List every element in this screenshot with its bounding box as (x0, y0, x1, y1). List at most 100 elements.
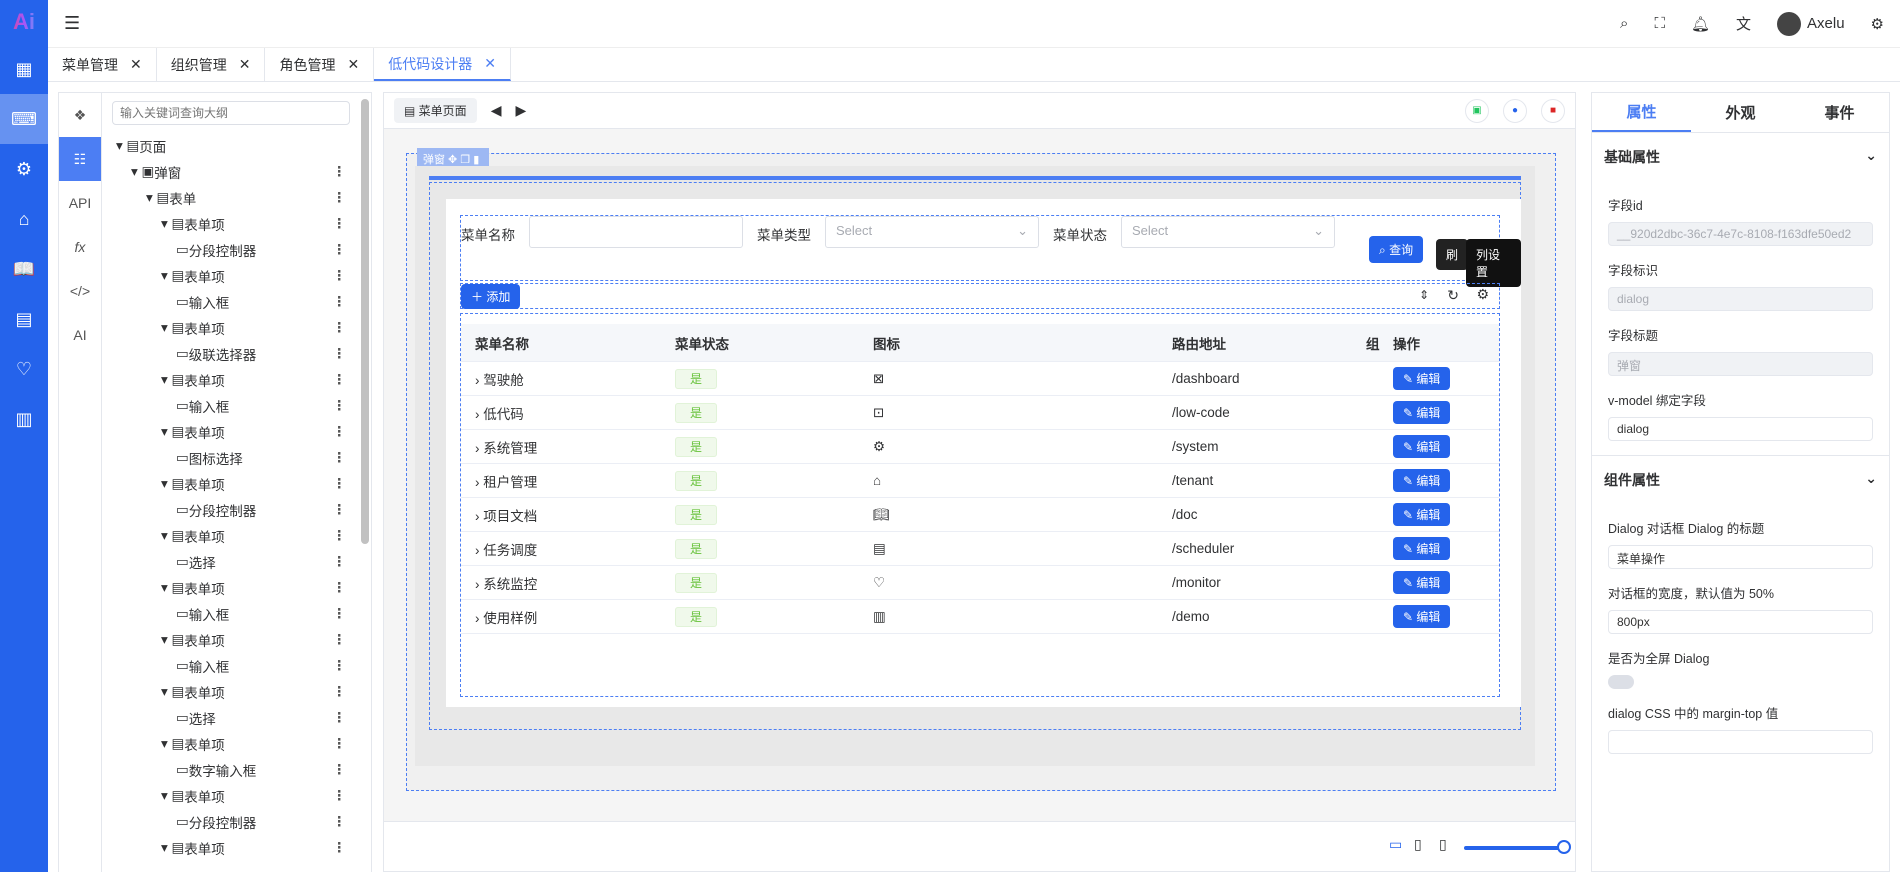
bell-icon[interactable]: 🔔︎ (1691, 15, 1710, 33)
tree-node[interactable]: ▭ 级联选择器 ⋮ (102, 341, 352, 367)
settings-icon[interactable]: ⚙ (1871, 15, 1884, 33)
more-icon[interactable]: ⋮ (333, 814, 347, 830)
tree-node[interactable]: ▾ ▤ 表单项 ⋮ (102, 315, 352, 341)
scrollbar[interactable] (361, 99, 369, 544)
chevron-right-icon[interactable]: › (475, 373, 483, 388)
tree-node[interactable]: ▾ ▤ 表单项 ⋮ (102, 835, 352, 861)
more-icon[interactable]: ⋮ (333, 320, 347, 336)
chevron-right-icon[interactable]: › (475, 509, 483, 524)
more-icon[interactable]: ⋮ (333, 710, 347, 726)
add-button[interactable]: ＋ 添加 (461, 284, 521, 309)
tree-node[interactable]: ▾ ▤ 表单项 ⋮ (102, 211, 352, 237)
preview-icon[interactable]: ● (1503, 98, 1527, 123)
zoom-slider[interactable] (1464, 846, 1564, 850)
row-name[interactable]: › 系统管理 (475, 437, 537, 457)
calendar-icon[interactable]: ▤ (0, 294, 48, 344)
row-name[interactable]: › 租户管理 (475, 471, 537, 491)
chevron-right-icon[interactable]: › (475, 543, 483, 558)
tree-node[interactable]: ▾ ▤ 表单项 ⋮ (102, 575, 352, 601)
more-icon[interactable]: ⋮ (333, 788, 347, 804)
more-icon[interactable]: ⋮ (333, 268, 347, 284)
tree-node[interactable]: ▭ 选择 ⋮ (102, 705, 352, 731)
more-icon[interactable]: ⋮ (333, 658, 347, 674)
home-icon[interactable]: ⌂ (0, 194, 48, 244)
tree-node[interactable]: ▭ 分段控制器 ⋮ (102, 237, 352, 263)
more-icon[interactable]: ⋮ (333, 450, 347, 466)
refresh-icon[interactable]: ↻ (1447, 287, 1459, 304)
tree-node[interactable]: ▭ 分段控制器 ⋮ (102, 497, 352, 523)
apps-icon[interactable]: ▦ (0, 44, 48, 94)
chevron-right-icon[interactable]: › (475, 407, 483, 422)
close-icon[interactable]: ✕ (484, 55, 496, 72)
delete-icon[interactable]: ■ (1541, 98, 1565, 123)
chevron-right-icon[interactable]: › (475, 441, 483, 456)
more-icon[interactable]: ⋮ (333, 372, 347, 388)
more-icon[interactable]: ⋮ (333, 398, 347, 414)
tab-3[interactable]: 低代码设计器 ✕ (374, 48, 511, 81)
more-icon[interactable]: ⋮ (333, 502, 347, 518)
page-selector[interactable]: ▤ 菜单页面 (394, 98, 477, 123)
more-icon[interactable]: ⋮ (333, 346, 347, 362)
more-icon[interactable]: ⋮ (333, 632, 347, 648)
field-input[interactable]: 菜单操作 (1608, 545, 1873, 569)
components-icon[interactable]: ❖ (59, 93, 101, 137)
tab-0[interactable]: 菜单管理 ✕ (48, 48, 157, 81)
save-icon[interactable]: ▣ (1465, 98, 1489, 123)
desktop-icon[interactable]: ▭ (1389, 836, 1402, 853)
edit-button[interactable]: ✎ 编辑 (1393, 367, 1451, 390)
tree-node[interactable]: ▭ 输入框 ⋮ (102, 393, 352, 419)
chevron-right-icon[interactable]: › (475, 475, 483, 490)
zoom-slider-handle[interactable] (1557, 840, 1571, 854)
tree-node[interactable]: ▾ ▤ 表单项 ⋮ (102, 263, 352, 289)
tree-node[interactable]: ▾ ▤ 表单 ⋮ (102, 185, 352, 211)
edit-button[interactable]: ✎ 编辑 (1393, 605, 1451, 628)
menu-type-select[interactable]: Select ⌄ (825, 216, 1039, 248)
tree-node[interactable]: ▭ 图标选择 ⋮ (102, 445, 352, 471)
code-icon[interactable]: </> (59, 269, 101, 313)
tree-node[interactable]: ▾ ▤ 表单项 ⋮ (102, 523, 352, 549)
tree-node[interactable]: ▭ 选择 ⋮ (102, 549, 352, 575)
more-icon[interactable]: ⋮ (333, 164, 347, 180)
menu-status-select[interactable]: Select ⌄ (1121, 216, 1335, 248)
tablet-icon[interactable]: ▯ (1414, 836, 1422, 853)
tree-node[interactable]: ▭ 输入框 ⋮ (102, 601, 352, 627)
more-icon[interactable]: ⋮ (333, 294, 347, 310)
edit-button[interactable]: ✎ 编辑 (1393, 469, 1451, 492)
tree-node[interactable]: ▾ ▤ 表单项 ⋮ (102, 679, 352, 705)
edit-button[interactable]: ✎ 编辑 (1393, 571, 1451, 594)
field-input[interactable]: 800px (1608, 610, 1873, 634)
search-icon[interactable]: ⌕ (1620, 15, 1628, 32)
tab-2[interactable]: 角色管理 ✕ (265, 48, 375, 81)
dialog-wrapper[interactable]: 弹窗 ✥ ❐ ▮ 菜单名称 菜单类型 Select ⌄ 菜单状态 Select ⌄ … (406, 148, 1556, 791)
tab-1[interactable]: 组织管理 ✕ (157, 48, 266, 81)
tree-node[interactable]: ▾ ▤ 页面 (102, 133, 352, 159)
outline-icon[interactable]: ☷ (59, 137, 101, 181)
tree-node[interactable]: ▾ ▣ 弹窗 ⋮ (102, 159, 352, 185)
tree-node[interactable]: ▾ ▤ 表单项 ⋮ (102, 419, 352, 445)
tree-node[interactable]: ▾ ▤ 表单项 ⋮ (102, 471, 352, 497)
menu-toggle-icon[interactable]: ☰ (64, 13, 80, 34)
book-icon[interactable]: 📖 (0, 244, 48, 294)
edit-button[interactable]: ✎ 编辑 (1393, 537, 1451, 560)
heart-pulse-icon[interactable]: ♡ (0, 344, 48, 394)
close-icon[interactable]: ✕ (239, 56, 251, 73)
user-menu[interactable]: Axelu (1777, 11, 1845, 36)
more-icon[interactable]: ⋮ (333, 554, 347, 570)
properties-tab[interactable]: 属性 (1592, 93, 1691, 132)
field-input[interactable] (1608, 730, 1873, 754)
component-section-header[interactable]: 组件属性 ⌄ (1592, 455, 1889, 504)
row-name[interactable]: › 使用样例 (475, 607, 537, 627)
more-icon[interactable]: ⋮ (333, 736, 347, 752)
properties-tab[interactable]: 外观 (1691, 93, 1790, 132)
more-icon[interactable]: ⋮ (333, 528, 347, 544)
row-name[interactable]: › 低代码 (475, 403, 524, 423)
more-icon[interactable]: ⋮ (333, 424, 347, 440)
tree-node[interactable]: ▭ 分段控制器 ⋮ (102, 809, 352, 835)
tree-node[interactable]: ▭ 输入框 ⋮ (102, 653, 352, 679)
properties-tab[interactable]: 事件 (1790, 93, 1889, 132)
row-name[interactable]: › 系统监控 (475, 573, 537, 593)
terminal-icon[interactable]: ⌨ (0, 94, 48, 144)
menu-name-input[interactable] (529, 216, 743, 248)
mobile-icon[interactable]: ▯ (1439, 836, 1447, 853)
field-input[interactable]: dialog (1608, 417, 1873, 441)
